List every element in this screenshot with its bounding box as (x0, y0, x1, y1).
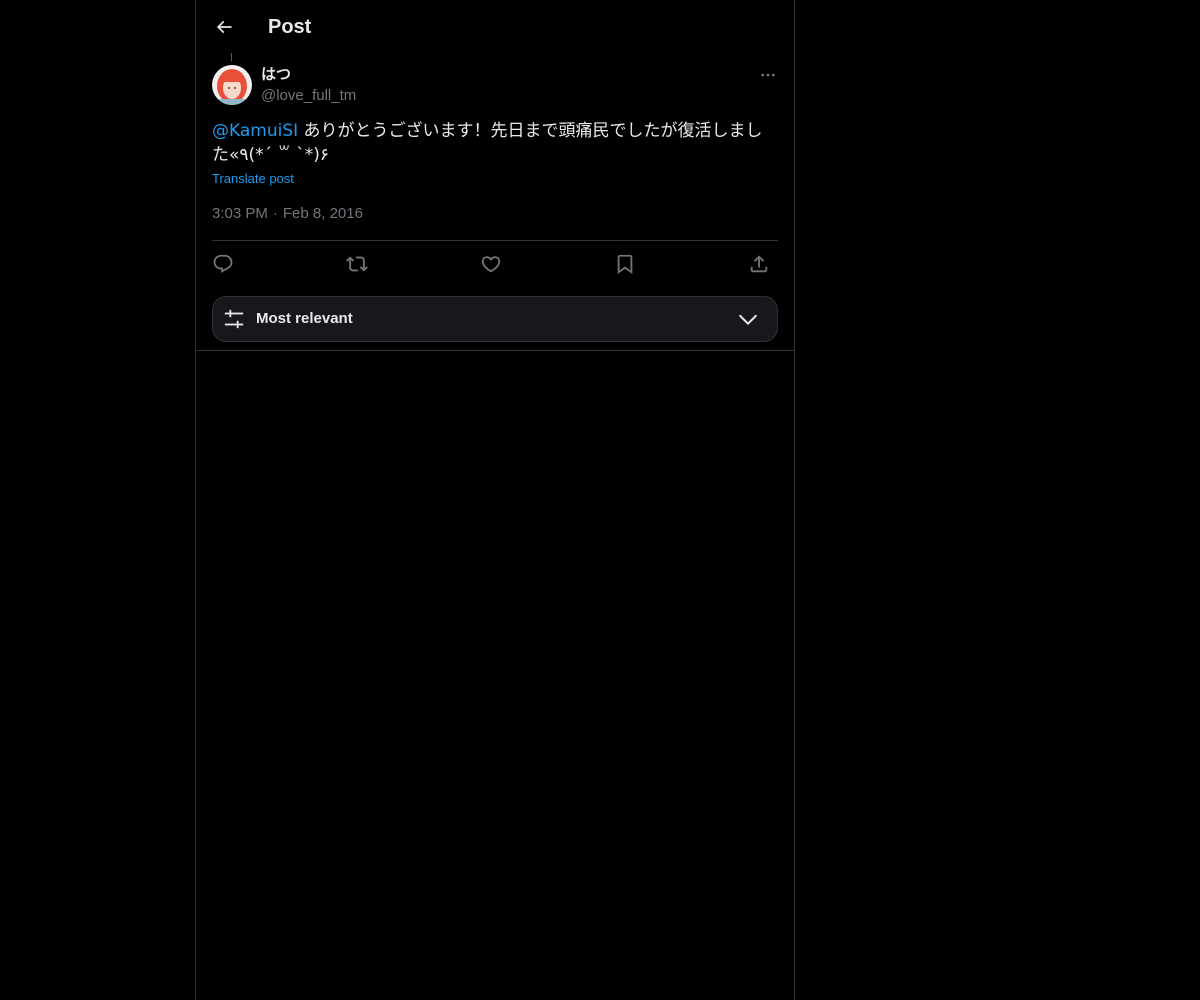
meta-separator: · (272, 205, 278, 222)
avatar-image (212, 65, 252, 105)
arrow-left-icon (216, 20, 232, 34)
page-header: Post (196, 0, 794, 53)
sort-label: Most relevant (256, 310, 353, 327)
back-button[interactable] (208, 11, 240, 43)
primary-column: Post はつ @love_full_tm @KamuiSI ありがとうございま… (195, 0, 795, 1000)
divider (212, 240, 778, 241)
page-title: Post (268, 16, 312, 38)
more-options-button[interactable] (756, 65, 780, 85)
reply-button[interactable] (209, 251, 237, 277)
post-date[interactable]: Feb 8, 2016 (283, 205, 363, 222)
repost-button[interactable] (343, 251, 371, 277)
author-display-name[interactable]: はつ (261, 65, 291, 85)
heart-icon (481, 256, 501, 273)
post-meta: 3:03 PM · Feb 8, 2016 (212, 204, 363, 224)
share-icon (750, 255, 768, 273)
chevron-down-icon (739, 314, 757, 325)
like-button[interactable] (477, 251, 505, 277)
post-actions (212, 251, 778, 277)
mention-link[interactable]: @KamuiSI (212, 121, 298, 141)
bookmark-button[interactable] (611, 251, 639, 277)
translate-post-link[interactable]: Translate post (212, 170, 294, 188)
avatar[interactable] (212, 65, 252, 105)
reply-icon (213, 254, 233, 273)
share-button[interactable] (745, 251, 773, 277)
more-horizontal-icon (761, 73, 775, 77)
post-time[interactable]: 3:03 PM (212, 205, 268, 222)
repost-icon (346, 256, 368, 272)
section-divider (196, 350, 794, 351)
post-text: @KamuiSI ありがとうございます！先日まで頭痛民でしたが復活しました«٩(… (212, 119, 772, 167)
bookmark-icon (617, 254, 633, 275)
author-handle[interactable]: @love_full_tm (261, 86, 356, 106)
sliders-icon (224, 309, 244, 329)
replies-sort-dropdown[interactable]: Most relevant (212, 296, 778, 342)
thread-connector (231, 53, 232, 61)
